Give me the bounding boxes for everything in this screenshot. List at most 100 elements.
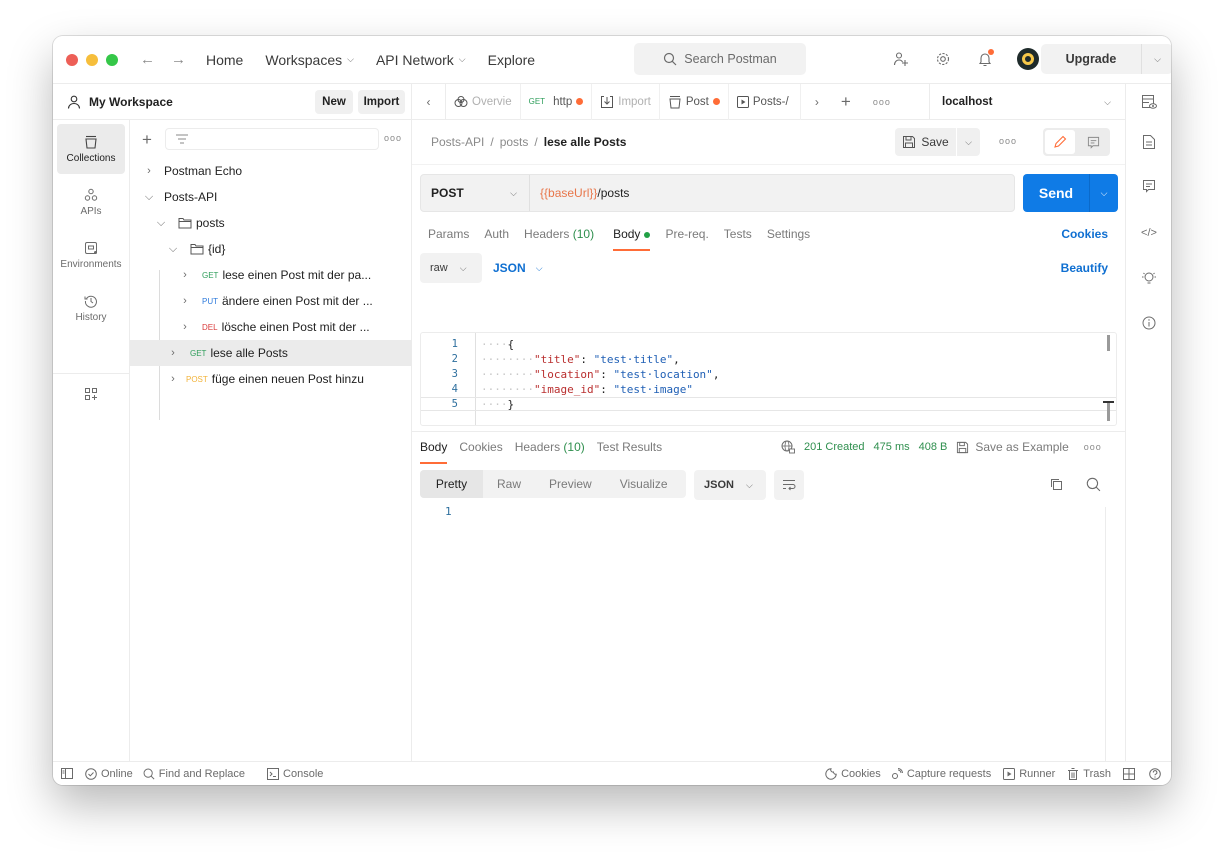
chevron-right-icon[interactable]: › (178, 269, 192, 281)
response-size[interactable]: 408 B (919, 441, 948, 453)
nav-explore[interactable]: Explore (488, 52, 535, 68)
tab-import[interactable]: Import (592, 83, 660, 120)
related-collections-lightbulb-icon[interactable] (1140, 269, 1158, 287)
chevron-right-icon[interactable]: › (178, 321, 192, 333)
response-format-select[interactable]: JSON ⌵ (694, 470, 766, 500)
send-dropdown-chevron-icon[interactable]: ⌵ (1090, 174, 1118, 212)
request-name[interactable]: lese alle Posts (544, 135, 627, 149)
editor-scrollbar[interactable] (1107, 335, 1110, 351)
search-postman-input[interactable]: Search Postman (634, 43, 806, 75)
url-variable[interactable]: {{baseUrl}} (540, 186, 597, 200)
tree-folder-id[interactable]: ⌵ {id} (130, 236, 412, 262)
rail-environments[interactable]: Environments (57, 230, 125, 280)
response-more-icon[interactable]: ooo (1084, 442, 1102, 452)
close-window-button[interactable] (66, 53, 78, 66)
resp-tab-body[interactable]: Body (420, 440, 448, 464)
add-collection-icon[interactable]: + (142, 130, 162, 150)
avatar[interactable] (1017, 48, 1039, 70)
chevron-right-icon[interactable]: › (166, 373, 180, 385)
tree-folder-posts[interactable]: ⌵ posts (130, 210, 412, 236)
network-globe-icon[interactable] (781, 440, 795, 454)
tab-overview[interactable]: Overvie (446, 83, 521, 120)
chevron-down-icon[interactable]: ⌵ (154, 217, 168, 230)
capture-requests-button[interactable]: Capture requests (891, 768, 991, 780)
cookies-button[interactable]: Cookies (825, 768, 881, 780)
url-input[interactable]: {{baseUrl}}/posts (530, 186, 629, 200)
chevron-right-icon[interactable]: › (166, 347, 180, 359)
back-arrow-icon[interactable]: ← (140, 51, 155, 68)
tree-request-get-post[interactable]: › GET lese einen Post mit der pa... (130, 262, 412, 288)
rail-history[interactable]: History (57, 283, 125, 333)
upgrade-button[interactable]: Upgrade ⌵ (1041, 44, 1171, 74)
wrap-lines-icon[interactable] (774, 470, 804, 500)
tab-body[interactable]: Body (613, 227, 651, 251)
two-pane-view-icon[interactable] (1123, 767, 1135, 780)
view-pretty[interactable]: Pretty (420, 470, 483, 498)
maximize-window-button[interactable] (106, 53, 118, 66)
response-time[interactable]: 475 ms (874, 441, 910, 453)
edit-pencil-icon[interactable] (1045, 130, 1075, 154)
new-tab-plus-icon[interactable]: + (841, 92, 851, 112)
tab-params[interactable]: Params (428, 227, 469, 251)
view-preview[interactable]: Preview (535, 470, 606, 498)
help-icon[interactable] (1149, 767, 1161, 780)
chevron-right-icon[interactable]: › (178, 295, 192, 307)
toggle-sidebar-icon[interactable] (61, 768, 73, 779)
tree-item-postman-echo[interactable]: › Postman Echo (130, 158, 412, 184)
find-and-replace-button[interactable]: Find and Replace (143, 768, 245, 780)
workspace-title[interactable]: My Workspace (89, 95, 173, 109)
runner-button[interactable]: Runner (1003, 767, 1055, 780)
cookies-link[interactable]: Cookies (1061, 227, 1108, 241)
forward-arrow-icon[interactable]: → (171, 51, 186, 68)
chevron-right-icon[interactable]: › (815, 95, 819, 109)
copy-icon[interactable] (1050, 478, 1063, 491)
nav-home[interactable]: Home (206, 52, 243, 68)
chevron-down-icon[interactable]: ⌵ (166, 243, 180, 256)
nav-api-network[interactable]: API Network ⌵ (376, 52, 466, 68)
new-button[interactable]: New (315, 90, 353, 114)
save-button[interactable]: Save (895, 128, 957, 156)
save-dropdown-chevron-icon[interactable]: ⌵ (957, 128, 980, 156)
chevron-down-icon[interactable]: ⌵ (142, 191, 156, 204)
chevron-right-icon[interactable]: › (142, 165, 156, 177)
breadcrumb-collection[interactable]: Posts-API (431, 135, 484, 149)
method-select[interactable]: POST ⌵ (421, 175, 530, 211)
console-button[interactable]: Console (267, 767, 323, 780)
view-visualize[interactable]: Visualize (606, 470, 682, 498)
chevron-down-icon[interactable]: ⌵ (1142, 44, 1171, 74)
more-tabs-icon[interactable]: ooo (873, 97, 891, 107)
filter-input[interactable] (165, 128, 379, 150)
tab-headers[interactable]: Headers (10) (524, 227, 594, 251)
tab-tests[interactable]: Tests (724, 227, 752, 251)
tab-get-http[interactable]: GET http (521, 83, 593, 120)
trash-button[interactable]: Trash (1067, 767, 1111, 780)
editor-resize-handle[interactable] (1107, 403, 1110, 421)
search-icon[interactable] (1086, 477, 1101, 492)
status-code[interactable]: 201 Created (804, 441, 865, 453)
tree-request-delete-post[interactable]: › DEL lösche einen Post mit der ... (130, 314, 412, 340)
tree-request-add-post[interactable]: › POST füge einen neuen Post hinzu (130, 366, 412, 392)
beautify-link[interactable]: Beautify (1061, 261, 1108, 275)
import-button[interactable]: Import (358, 90, 405, 114)
save-as-example-button[interactable]: Save as Example (956, 440, 1069, 454)
response-scrollbar[interactable] (1105, 507, 1106, 785)
breadcrumb-folder[interactable]: posts (500, 135, 529, 149)
resp-tab-headers[interactable]: Headers (10) (515, 440, 585, 464)
online-status[interactable]: Online (85, 768, 133, 780)
more-options-icon[interactable]: ooo (384, 133, 402, 143)
environment-selector[interactable]: localhost ⌵ (929, 84, 1125, 120)
rail-collections[interactable]: Collections (57, 124, 125, 174)
comments-icon[interactable] (1140, 177, 1158, 195)
tree-item-posts-api[interactable]: ⌵ Posts-API (130, 184, 412, 210)
tab-settings[interactable]: Settings (767, 227, 810, 251)
invite-user-icon[interactable] (891, 49, 911, 69)
tree-request-get-all-posts[interactable]: › GET lese alle Posts (130, 340, 412, 366)
minimize-window-button[interactable] (86, 53, 98, 66)
chevron-left-icon[interactable]: ‹ (412, 83, 446, 120)
documentation-icon[interactable] (1140, 133, 1158, 151)
info-icon[interactable] (1140, 314, 1158, 332)
notification-bell-icon[interactable] (975, 49, 995, 69)
tab-post[interactable]: Post (660, 83, 729, 120)
environment-quick-look-icon[interactable] (1140, 93, 1158, 111)
code-snippet-icon[interactable]: </> (1140, 224, 1158, 242)
